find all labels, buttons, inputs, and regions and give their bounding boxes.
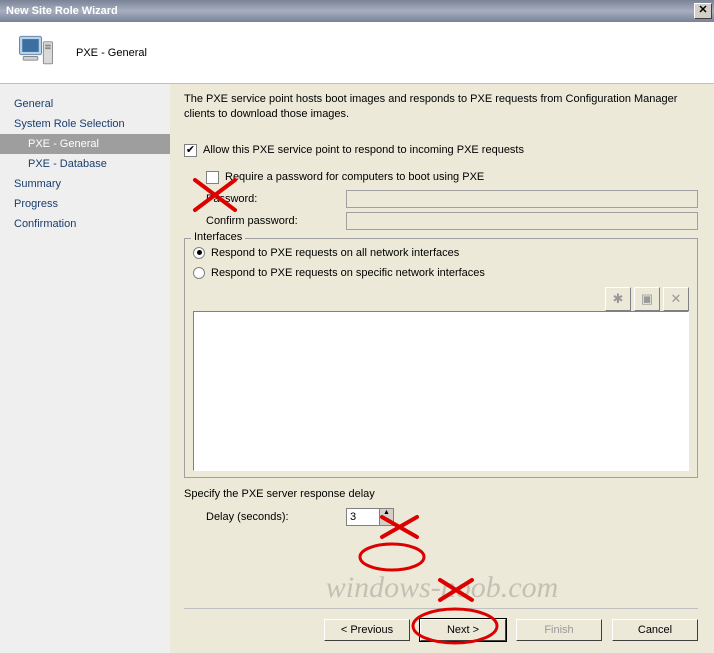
previous-button[interactable]: < Previous — [324, 619, 410, 641]
allow-pxe-checkbox[interactable]: ✔ — [184, 144, 197, 157]
properties-icon: ▣ — [641, 291, 653, 307]
nav-item-summary[interactable]: Summary — [0, 174, 170, 194]
delay-input[interactable] — [347, 509, 379, 525]
nav-item-progress[interactable]: Progress — [0, 194, 170, 214]
page-title: PXE - General — [76, 47, 147, 59]
wizard-content-pane: The PXE service point hosts boot images … — [170, 84, 714, 653]
respond-specific-radio[interactable] — [193, 267, 205, 279]
computer-icon — [14, 29, 58, 76]
wizard-header: PXE - General — [0, 22, 714, 84]
password-label: Password: — [206, 193, 346, 205]
respond-specific-label: Respond to PXE requests on specific netw… — [211, 267, 485, 279]
require-password-label: Require a password for computers to boot… — [225, 171, 484, 183]
password-input[interactable] — [346, 190, 698, 208]
interfaces-group: Interfaces Respond to PXE requests on al… — [184, 238, 698, 478]
nav-item-pxe-database[interactable]: PXE - Database — [0, 154, 170, 174]
respond-all-label: Respond to PXE requests on all network i… — [211, 247, 459, 259]
window-close-button[interactable]: ✕ — [694, 3, 712, 19]
interfaces-legend: Interfaces — [191, 231, 245, 243]
confirm-password-label: Confirm password: — [206, 215, 346, 227]
window-titlebar: New Site Role Wizard ✕ — [0, 0, 714, 22]
nav-item-confirmation[interactable]: Confirmation — [0, 214, 170, 234]
spinner-up-icon[interactable]: ▲ — [379, 509, 393, 517]
allow-pxe-label: Allow this PXE service point to respond … — [203, 144, 524, 156]
wizard-button-bar: < Previous Next > Finish Cancel — [184, 608, 698, 641]
new-interface-button[interactable]: ✱ — [605, 287, 631, 311]
cancel-button[interactable]: Cancel — [612, 619, 698, 641]
confirm-password-input[interactable] — [346, 212, 698, 230]
delete-interface-button[interactable]: ✕ — [663, 287, 689, 311]
next-button[interactable]: Next > — [420, 619, 506, 641]
edit-interface-button[interactable]: ▣ — [634, 287, 660, 311]
page-description: The PXE service point hosts boot images … — [184, 92, 698, 122]
nav-item-pxe-general[interactable]: PXE - General — [0, 134, 170, 154]
nav-item-system-role-selection[interactable]: System Role Selection — [0, 114, 170, 134]
watermark-text: windows-noob.com — [170, 571, 714, 605]
require-password-checkbox[interactable] — [206, 171, 219, 184]
wizard-nav-sidebar: General System Role Selection PXE - Gene… — [0, 84, 170, 653]
close-icon: ✕ — [698, 4, 707, 16]
delay-section-label: Specify the PXE server response delay — [184, 488, 698, 500]
delete-icon: ✕ — [671, 291, 682, 307]
nav-item-general[interactable]: General — [0, 94, 170, 114]
respond-all-radio[interactable] — [193, 247, 205, 259]
finish-button: Finish — [516, 619, 602, 641]
delay-spinner[interactable]: ▲ ▼ — [346, 508, 394, 526]
delay-label: Delay (seconds): — [206, 511, 346, 523]
window-title: New Site Role Wizard — [6, 5, 118, 17]
spinner-down-icon[interactable]: ▼ — [379, 517, 393, 525]
sparkle-icon: ✱ — [613, 291, 624, 307]
interfaces-listbox[interactable] — [193, 311, 689, 471]
